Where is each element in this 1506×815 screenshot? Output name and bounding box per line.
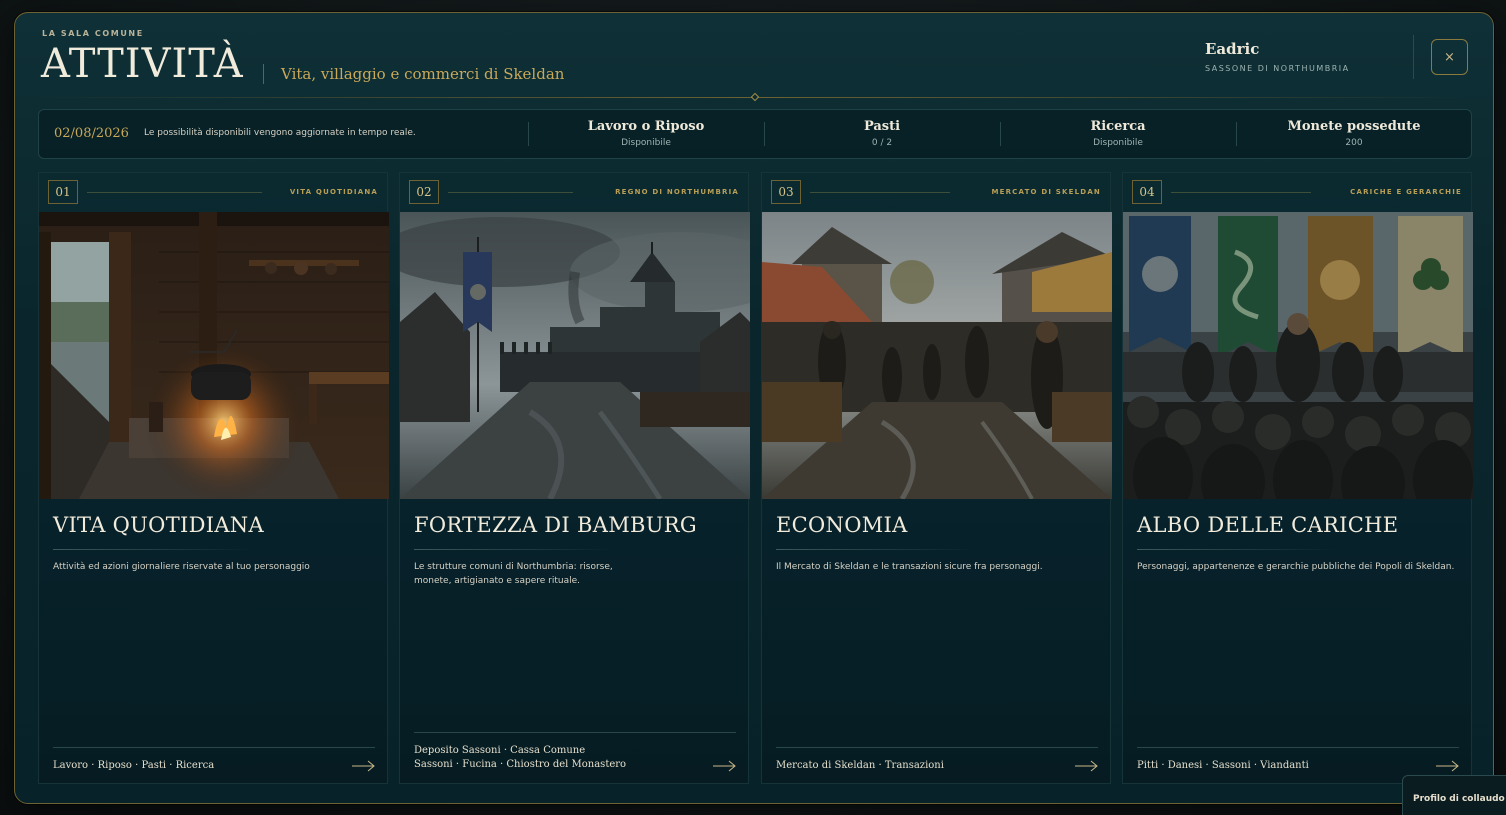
card-header: 02 REGNO DI NORTHUMBRIA bbox=[400, 173, 748, 211]
divider-diamond-icon bbox=[750, 92, 760, 102]
stat-value: Disponibile bbox=[621, 138, 671, 148]
card-number: 01 bbox=[48, 180, 78, 204]
stat-label: Lavoro o Riposo bbox=[587, 119, 705, 134]
card-footer-rule bbox=[776, 747, 1098, 748]
card-header: 04 CARICHE E GERARCHIE bbox=[1123, 173, 1471, 211]
card-links[interactable]: Deposito Sassoni · Cassa Comune Sassoni … bbox=[414, 744, 626, 772]
status-bar: 02/08/2026 Le possibilità disponibili ve… bbox=[38, 109, 1472, 159]
stat-value: 200 bbox=[1345, 138, 1363, 148]
fortress-image bbox=[400, 212, 750, 499]
card-tag: MERCATO DI SKELDAN bbox=[991, 188, 1101, 196]
page-subtitle: Vita, villaggio e commerci di Skeldan bbox=[281, 65, 565, 83]
close-icon: × bbox=[1444, 49, 1455, 65]
stat-label: Pasti bbox=[863, 119, 901, 134]
card-header: 01 VITA QUOTIDIANA bbox=[39, 173, 387, 211]
debug-profile-button[interactable]: Profilo di collaudo bbox=[1402, 775, 1506, 815]
stat-value: Disponibile bbox=[1093, 138, 1143, 148]
card-tag: CARICHE E GERARCHIE bbox=[1350, 188, 1462, 196]
card-link-line[interactable]: Pitti · Danesi · Sassoni · Viandanti bbox=[1137, 759, 1309, 773]
card-economy[interactable]: 03 MERCATO DI SKELDAN ECONOMIA Il Mercat… bbox=[761, 172, 1112, 784]
activities-panel: LA SALA COMUNE ATTIVITÀ Vita, villaggio … bbox=[14, 12, 1494, 804]
card-title-rule bbox=[1137, 549, 1337, 550]
stat-work-rest: Lavoro o Riposo Disponibile bbox=[528, 110, 764, 158]
stat-label: Monete possedute bbox=[1287, 119, 1421, 134]
card-number: 03 bbox=[771, 180, 801, 204]
status-note: Le possibilità disponibili vengono aggio… bbox=[144, 128, 416, 138]
card-header-rule bbox=[87, 192, 262, 193]
card-links[interactable]: Pitti · Danesi · Sassoni · Viandanti bbox=[1137, 759, 1309, 773]
card-tag: VITA QUOTIDIANA bbox=[289, 188, 378, 196]
close-button[interactable]: × bbox=[1431, 39, 1468, 75]
page-title: ATTIVITÀ bbox=[41, 41, 244, 87]
card-footer-rule bbox=[414, 732, 736, 733]
status-date: 02/08/2026 bbox=[54, 126, 129, 141]
card-title: ECONOMIA bbox=[776, 513, 908, 537]
stat-value: 0 / 2 bbox=[871, 138, 893, 148]
debug-profile-label: Profilo di collaudo bbox=[1413, 794, 1505, 804]
card-link-line[interactable]: Deposito Sassoni · Cassa Comune bbox=[414, 744, 626, 758]
arrow-right-icon[interactable] bbox=[1075, 760, 1099, 772]
user-role: SASSONE DI NORTHUMBRIA bbox=[1205, 64, 1350, 73]
banners-assembly-image bbox=[1123, 212, 1473, 499]
stat-label: Ricerca bbox=[1090, 119, 1146, 134]
card-footer-rule bbox=[1137, 747, 1459, 748]
card-header-rule bbox=[448, 192, 573, 193]
card-daily-life[interactable]: 01 VITA QUOTIDIANA VITA QUOTIDIANA Attiv… bbox=[38, 172, 389, 784]
user-name: Eadric bbox=[1205, 40, 1260, 58]
user-separator bbox=[1413, 35, 1414, 79]
eyebrow-label: LA SALA COMUNE bbox=[42, 29, 144, 38]
stat-meals: Pasti 0 / 2 bbox=[764, 110, 1000, 158]
card-title: ALBO DELLE CARICHE bbox=[1137, 513, 1399, 537]
card-description: Personaggi, appartenenze e gerarchie pub… bbox=[1137, 562, 1455, 572]
card-tag: REGNO DI NORTHUMBRIA bbox=[615, 188, 739, 196]
card-title-rule bbox=[776, 549, 976, 550]
card-link-line[interactable]: Sassoni · Fucina · Chiostro del Monaster… bbox=[414, 758, 626, 772]
hearth-interior-image bbox=[39, 212, 389, 499]
card-description: Il Mercato di Skeldan e le transazioni s… bbox=[776, 562, 1043, 572]
arrow-right-icon[interactable] bbox=[713, 760, 737, 772]
card-header-rule bbox=[810, 192, 950, 193]
card-link-line[interactable]: Lavoro · Riposo · Pasti · Ricerca bbox=[53, 759, 214, 773]
card-ranks-register[interactable]: 04 CARICHE E GERARCHIE ALBO DELLE CARICH… bbox=[1122, 172, 1473, 784]
stat-coins: Monete possedute 200 bbox=[1236, 110, 1472, 158]
market-image bbox=[762, 212, 1112, 499]
card-title: FORTEZZA DI BAMBURG bbox=[414, 513, 697, 537]
card-footer-rule bbox=[53, 747, 375, 748]
card-title-rule bbox=[53, 549, 253, 550]
card-link-line[interactable]: Mercato di Skeldan · Transazioni bbox=[776, 759, 944, 773]
card-number: 04 bbox=[1132, 180, 1162, 204]
card-title: VITA QUOTIDIANA bbox=[53, 513, 264, 537]
card-number: 02 bbox=[409, 180, 439, 204]
card-links[interactable]: Mercato di Skeldan · Transazioni bbox=[776, 759, 944, 773]
card-links[interactable]: Lavoro · Riposo · Pasti · Ricerca bbox=[53, 759, 214, 773]
card-bamburg-fortress[interactable]: 02 REGNO DI NORTHUMBRIA FORTEZZA DI BAMB… bbox=[399, 172, 750, 784]
arrow-right-icon[interactable] bbox=[1436, 760, 1460, 772]
card-title-rule bbox=[414, 549, 614, 550]
title-separator bbox=[263, 64, 264, 84]
card-header-rule bbox=[1171, 192, 1311, 193]
arrow-right-icon[interactable] bbox=[352, 760, 376, 772]
stat-research: Ricerca Disponibile bbox=[1000, 110, 1236, 158]
card-header: 03 MERCATO DI SKELDAN bbox=[762, 173, 1110, 211]
card-description: Le strutture comuni di Northumbria: riso… bbox=[414, 562, 613, 586]
card-description: Attività ed azioni giornaliere riservate… bbox=[53, 562, 310, 572]
